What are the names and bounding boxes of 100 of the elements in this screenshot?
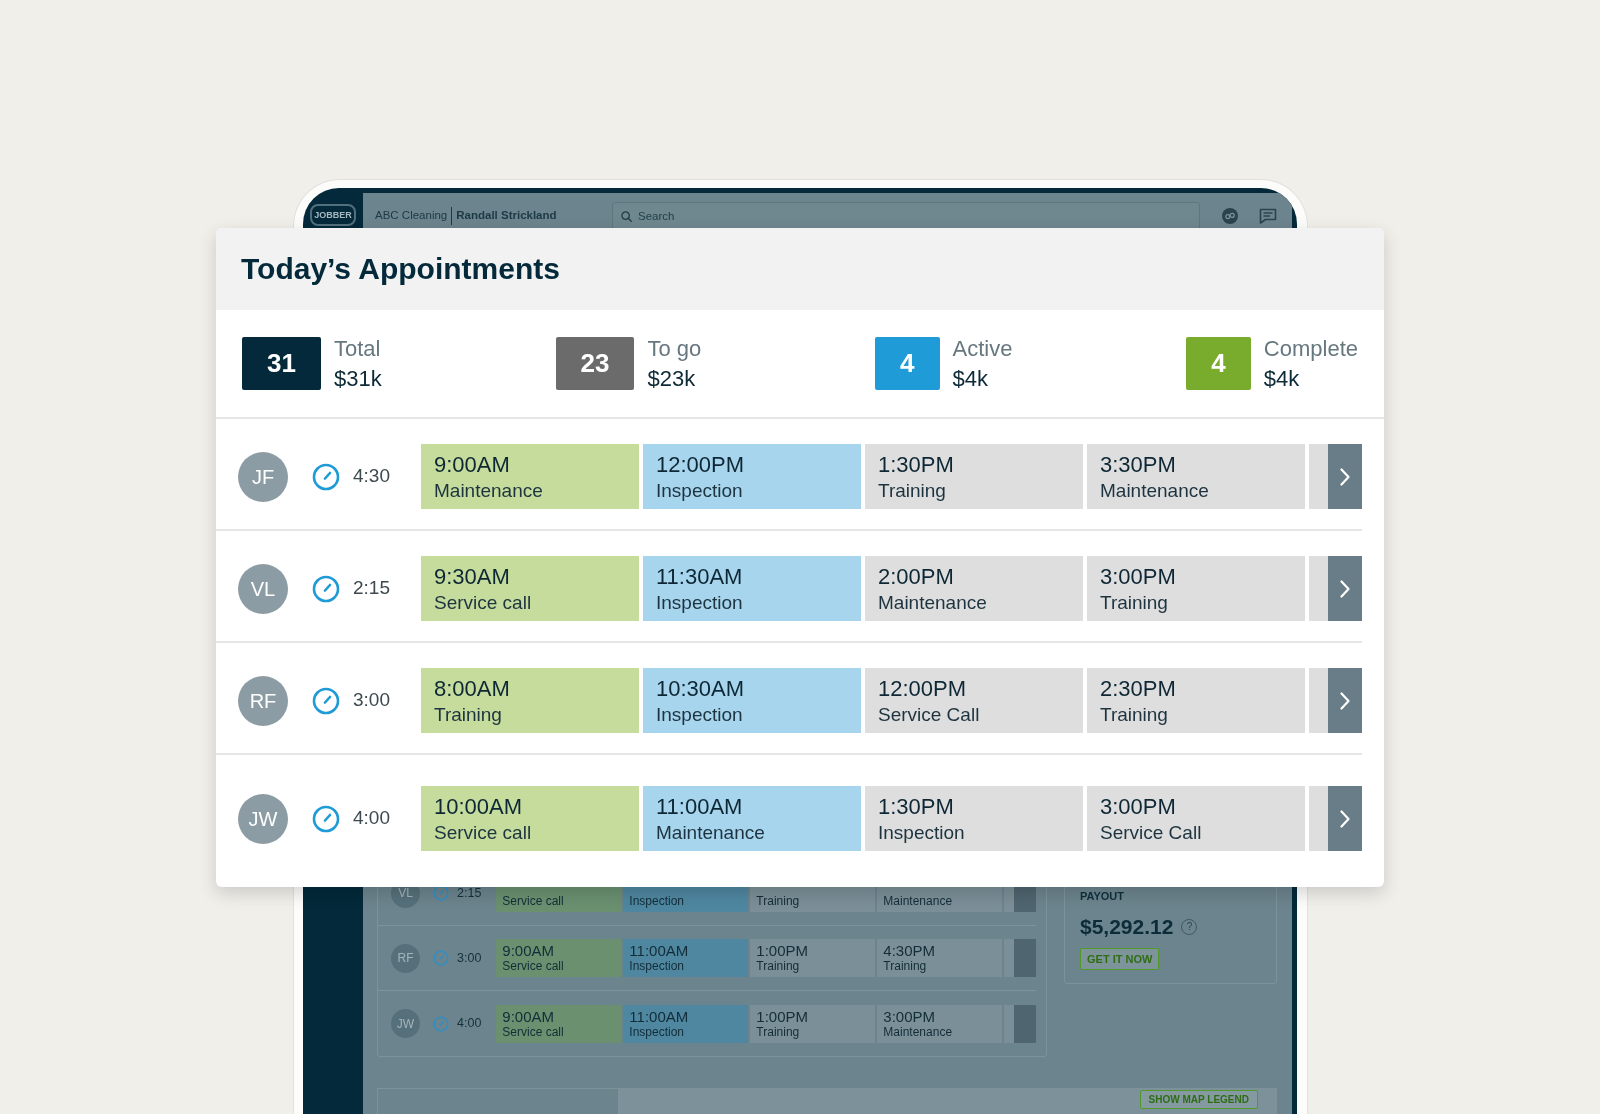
- appointment-type: Inspection: [878, 821, 966, 845]
- appointment-type: Training: [756, 894, 801, 909]
- appointment-type: Training: [756, 959, 801, 974]
- payout-amount: $5,292.12: [1080, 914, 1174, 940]
- timer-icon: [433, 885, 449, 901]
- appointment-type: Training: [1100, 591, 1169, 615]
- appointment-time: 10:30AM: [656, 675, 746, 702]
- chevron-right-icon: [1340, 691, 1350, 710]
- stat-amount: $31k: [333, 364, 382, 393]
- stat-label: Total: [333, 334, 382, 363]
- initials-avatar: JW: [391, 1009, 420, 1038]
- stat-amount: $23k: [647, 364, 697, 393]
- round-logo-icon: [1222, 208, 1238, 224]
- timer-icon: [312, 462, 340, 491]
- appointment-time: 12:00PM: [656, 451, 746, 478]
- appointment-type: Inspection: [629, 959, 686, 974]
- appointment-type: Maintenance: [656, 821, 766, 845]
- appointment-type: Service call: [502, 894, 565, 909]
- appointment-type: Maintenance: [883, 894, 954, 909]
- appointment-type: Inspection: [656, 703, 744, 727]
- initials-avatar: RF: [391, 943, 420, 973]
- duration-text: 4:00: [353, 807, 390, 830]
- appointment-time: 3:00PM: [883, 1007, 937, 1025]
- stat-label: Active: [952, 334, 1013, 363]
- appointment-time: 9:00AM: [502, 942, 556, 959]
- appointment-time: 11:00AM: [629, 1007, 690, 1025]
- appointment-time: 1:30PM: [878, 793, 955, 820]
- appointment-type: Maintenance: [883, 1024, 954, 1040]
- timer-icon: [312, 686, 340, 715]
- count-badge: 31: [242, 337, 321, 390]
- appointment-time: 11:00AM: [629, 942, 690, 959]
- timer-icon: [433, 1015, 449, 1032]
- chevron-right-icon: [1340, 579, 1350, 598]
- initials-avatar: VL: [238, 563, 288, 614]
- appointment-time: 9:30AM: [434, 563, 511, 590]
- appointment-time: 1:00PM: [756, 1007, 810, 1025]
- appointment-time: 9:00AM: [434, 451, 511, 478]
- chevron-right-icon: [1340, 809, 1350, 828]
- appointment-type: Service call: [434, 591, 533, 615]
- stat-label: To go: [647, 334, 702, 363]
- appointment-time: 11:00AM: [656, 793, 744, 820]
- appointment-type: Inspection: [656, 479, 744, 503]
- appointment-type: Service Call: [878, 703, 981, 727]
- timer-icon: [312, 574, 340, 603]
- appointment-time: 4:30PM: [883, 942, 937, 959]
- appointment-time: 9:00AM: [502, 1007, 556, 1025]
- appointment-type: Training: [878, 479, 947, 503]
- appointment-type: Service call: [502, 959, 565, 974]
- appointment-time: 1:30PM: [878, 451, 955, 478]
- appointment-type: Inspection: [656, 591, 744, 615]
- stat-label: Complete: [1263, 334, 1358, 363]
- appointment-type: Maintenance: [878, 591, 988, 615]
- duration-text: 3:00: [353, 689, 390, 712]
- get-payout-button[interactable]: GET IT NOW: [1080, 948, 1160, 970]
- appointment-time: 11:30AM: [656, 563, 744, 590]
- initials-avatar: JF: [238, 451, 288, 502]
- duration-text: 4:30: [353, 465, 390, 488]
- chevron-right-icon: [1340, 467, 1350, 486]
- company-name: ABC Cleaning: [375, 208, 448, 224]
- app-logo[interactable]: JOBBER: [310, 204, 356, 226]
- timer-icon: [433, 950, 449, 966]
- chat-icon: [1259, 208, 1277, 224]
- appointment-type: Training: [434, 703, 503, 727]
- appointment-time: 1:00PM: [756, 942, 810, 959]
- count-badge: 4: [1186, 337, 1251, 390]
- appointment-time: 3:00PM: [1100, 563, 1177, 590]
- appointment-time: 2:00PM: [878, 563, 955, 590]
- appointment-time: 3:30PM: [1100, 451, 1177, 478]
- timer-icon: [312, 804, 340, 833]
- appointment-type: Inspection: [629, 1024, 686, 1040]
- duration-text: 2:15: [457, 884, 482, 902]
- appointment-type: Service Call: [1100, 821, 1203, 845]
- appointment-time: 8:00AM: [434, 675, 511, 702]
- appointment-time: 12:00PM: [878, 675, 968, 702]
- appointment-time: 3:00PM: [1100, 793, 1177, 820]
- appointment-type: Inspection: [629, 894, 686, 909]
- appointment-type: Service call: [434, 821, 533, 845]
- initials-avatar: RF: [238, 675, 288, 726]
- map-legend-button[interactable]: SHOW MAP LEGEND: [1139, 1090, 1258, 1109]
- count-badge: 23: [555, 337, 635, 390]
- appointment-time: 2:30PM: [1100, 675, 1177, 702]
- duration-text: 2:15: [353, 577, 390, 600]
- duration-text: 3:00: [457, 949, 482, 967]
- user-name: Randall Strickland: [451, 207, 557, 225]
- appointment-type: Maintenance: [434, 479, 544, 503]
- duration-text: 4:00: [457, 1015, 482, 1033]
- count-badge: 4: [875, 337, 940, 390]
- search-icon: [621, 210, 632, 222]
- appointment-type: Service call: [502, 1024, 565, 1040]
- stat-amount: $4k: [1263, 364, 1301, 393]
- dialog-title: Today’s Appointments: [241, 251, 560, 287]
- appointment-type: Maintenance: [1100, 479, 1210, 503]
- appointment-time: 10:00AM: [434, 793, 524, 820]
- appointment-type: Training: [1100, 703, 1169, 727]
- initials-avatar: JW: [238, 793, 288, 844]
- stat-amount: $4k: [952, 364, 990, 393]
- appointment-type: Training: [756, 1024, 801, 1040]
- payout-title: PAYOUT: [1080, 889, 1125, 903]
- search-field[interactable]: Search: [612, 202, 1200, 230]
- appointment-type: Training: [883, 959, 928, 974]
